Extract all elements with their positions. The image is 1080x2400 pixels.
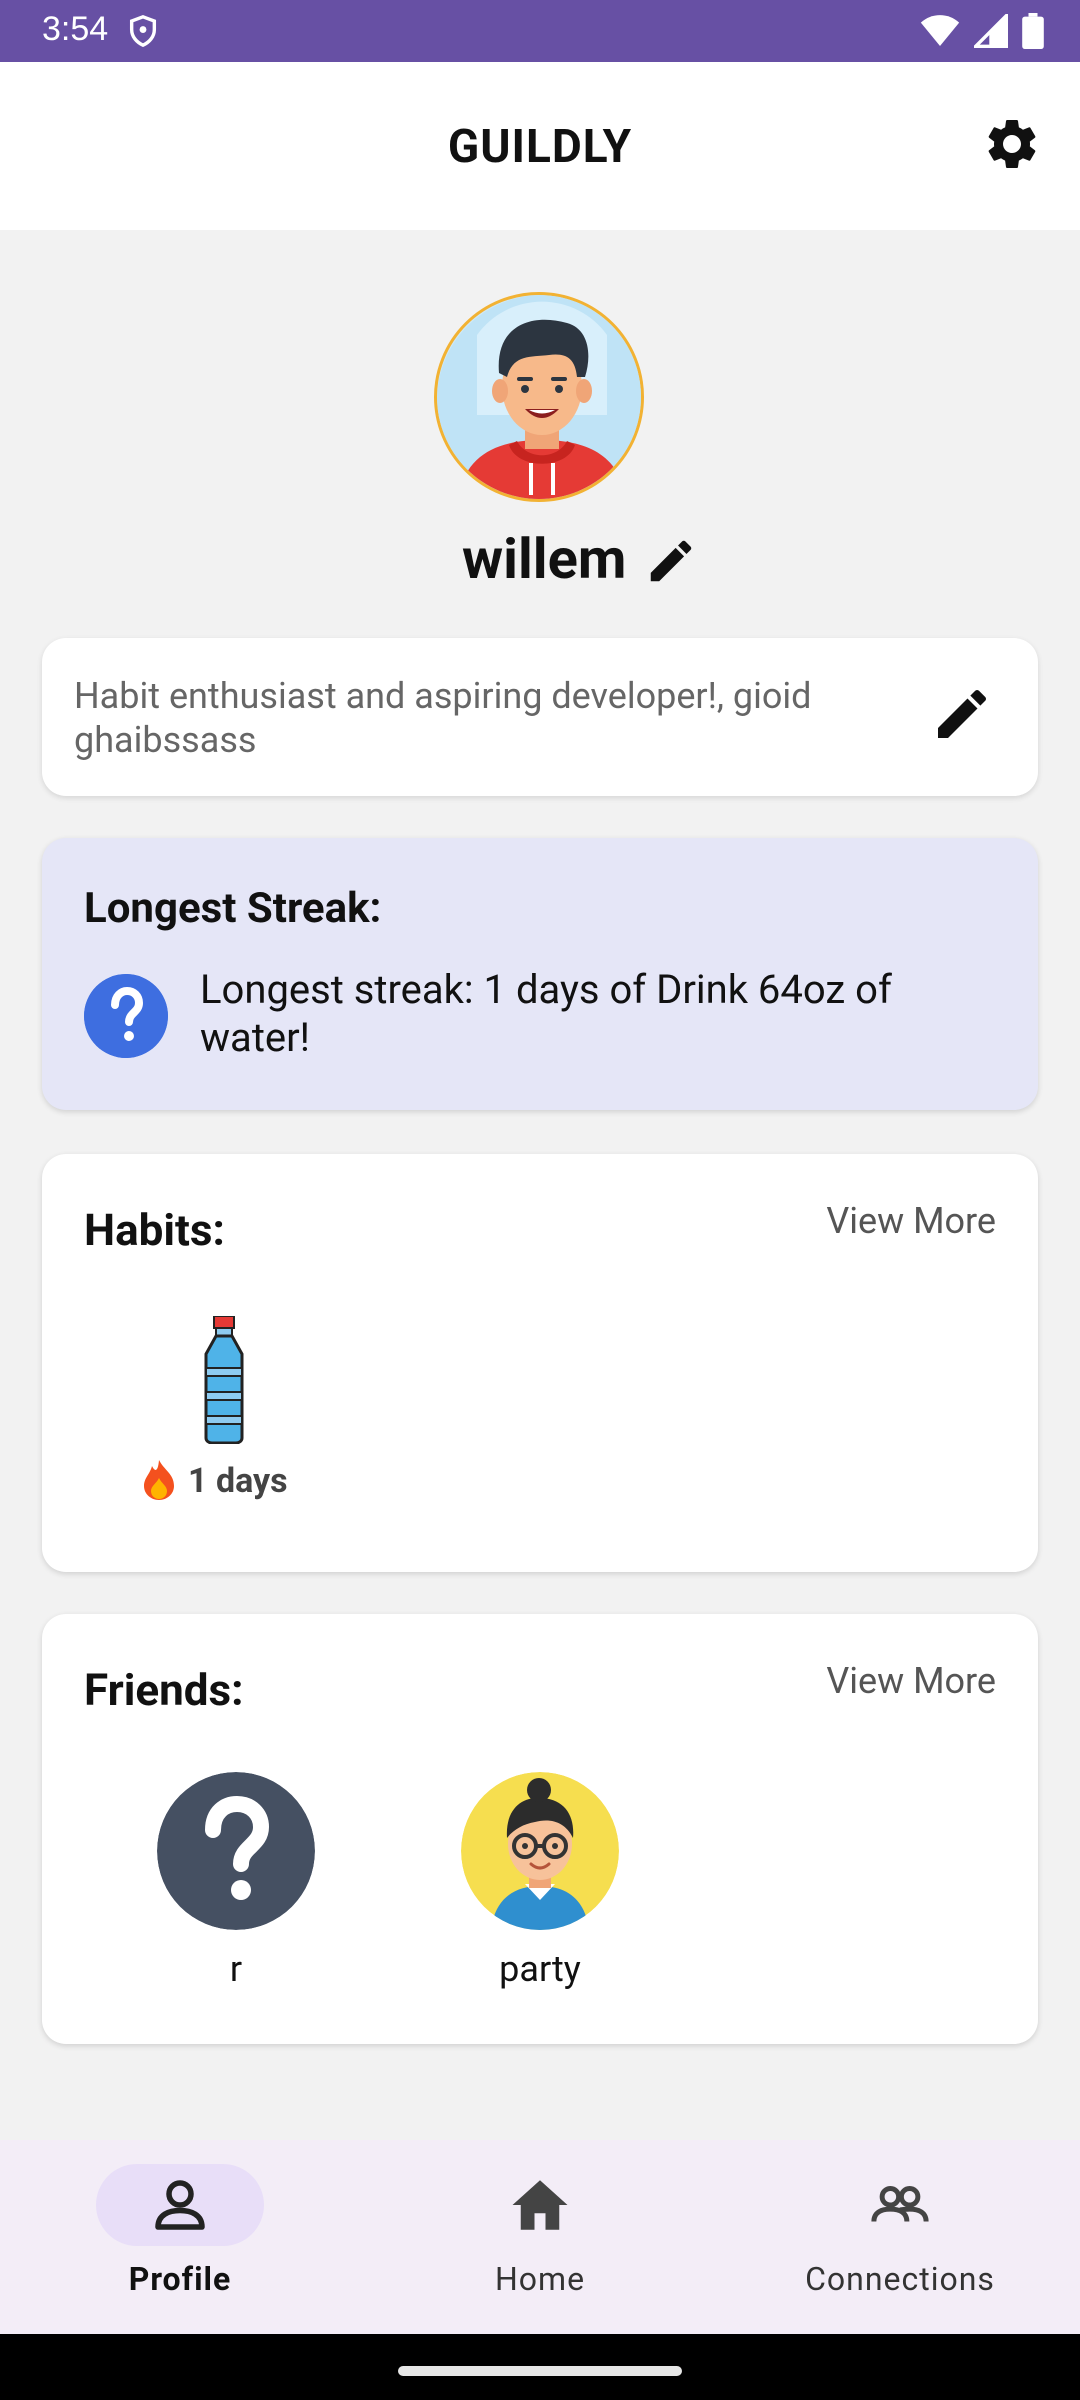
nav-item-home[interactable]: Home (420, 2164, 660, 2324)
nav-item-profile[interactable]: Profile (60, 2164, 300, 2324)
shield-icon (129, 15, 157, 48)
nav-icon-container (816, 2164, 984, 2246)
nav-label-connections: Connections (805, 2260, 995, 2298)
streak-text: Longest streak: 1 days of Drink 64oz of … (200, 966, 892, 1061)
water-bottle-icon (204, 1316, 244, 1444)
edit-bio-pencil-icon[interactable] (930, 682, 994, 746)
person-icon (155, 2180, 205, 2230)
app-title: GUILDLY (447, 120, 633, 174)
habit-item[interactable]: 1 days (142, 1316, 312, 1516)
question-mark-icon (84, 974, 168, 1058)
signal-icon (974, 14, 1008, 48)
nav-active-indicator (96, 2164, 264, 2246)
friend-item[interactable]: r (156, 1772, 316, 2002)
friend-item[interactable]: party (460, 1772, 620, 2002)
question-mark-icon (157, 1772, 315, 1930)
man-avatar-illustration (437, 295, 641, 499)
profile-avatar[interactable] (434, 292, 644, 502)
friend-avatar (461, 1772, 619, 1930)
nav-label-home: Home (494, 2260, 586, 2298)
friends-card: Friends: View More r party (42, 1614, 1038, 2044)
habits-view-more-link[interactable]: View More (826, 1200, 996, 1242)
friend-name: r (229, 1948, 243, 1990)
system-gesture-bar (0, 2334, 1080, 2400)
people-icon (871, 2186, 929, 2222)
friend-avatar (157, 1772, 315, 1930)
fire-icon (144, 1460, 174, 1500)
friends-title: Friends: (84, 1664, 244, 1716)
bio-text: Habit enthusiast and aspiring developer!… (74, 675, 812, 761)
battery-icon (1022, 13, 1044, 49)
bottom-navigation: Profile Home Connections (0, 2140, 1080, 2334)
edit-username-pencil-icon[interactable] (644, 534, 698, 588)
habit-streak-label: 1 days (188, 1461, 288, 1501)
longest-streak-card: Longest Streak: Longest streak: 1 days o… (42, 838, 1038, 1110)
username: willem (462, 526, 627, 592)
bio-card: Habit enthusiast and aspiring developer!… (42, 638, 1038, 796)
status-time: 3:54 (42, 10, 109, 48)
girl-avatar-illustration (461, 1772, 619, 1930)
nav-icon-container (456, 2164, 624, 2246)
nav-label-profile: Profile (128, 2260, 232, 2298)
home-icon (512, 2180, 568, 2230)
settings-gear-icon[interactable] (982, 114, 1042, 174)
habits-title: Habits: (84, 1204, 225, 1256)
friends-view-more-link[interactable]: View More (826, 1660, 996, 1702)
home-gesture-handle[interactable] (398, 2366, 682, 2376)
wifi-icon (920, 15, 960, 46)
habits-card: Habits: View More 1 days (42, 1154, 1038, 1572)
username-row: willem (0, 526, 1080, 596)
nav-item-connections[interactable]: Connections (780, 2164, 1020, 2324)
app-bar: GUILDLY (0, 62, 1080, 230)
status-bar: 3:54 (0, 0, 1080, 62)
friend-name: party (499, 1948, 581, 1990)
habit-streak: 1 days (142, 1460, 342, 1501)
status-icons (920, 12, 1044, 50)
streak-title: Longest Streak: (84, 884, 382, 933)
